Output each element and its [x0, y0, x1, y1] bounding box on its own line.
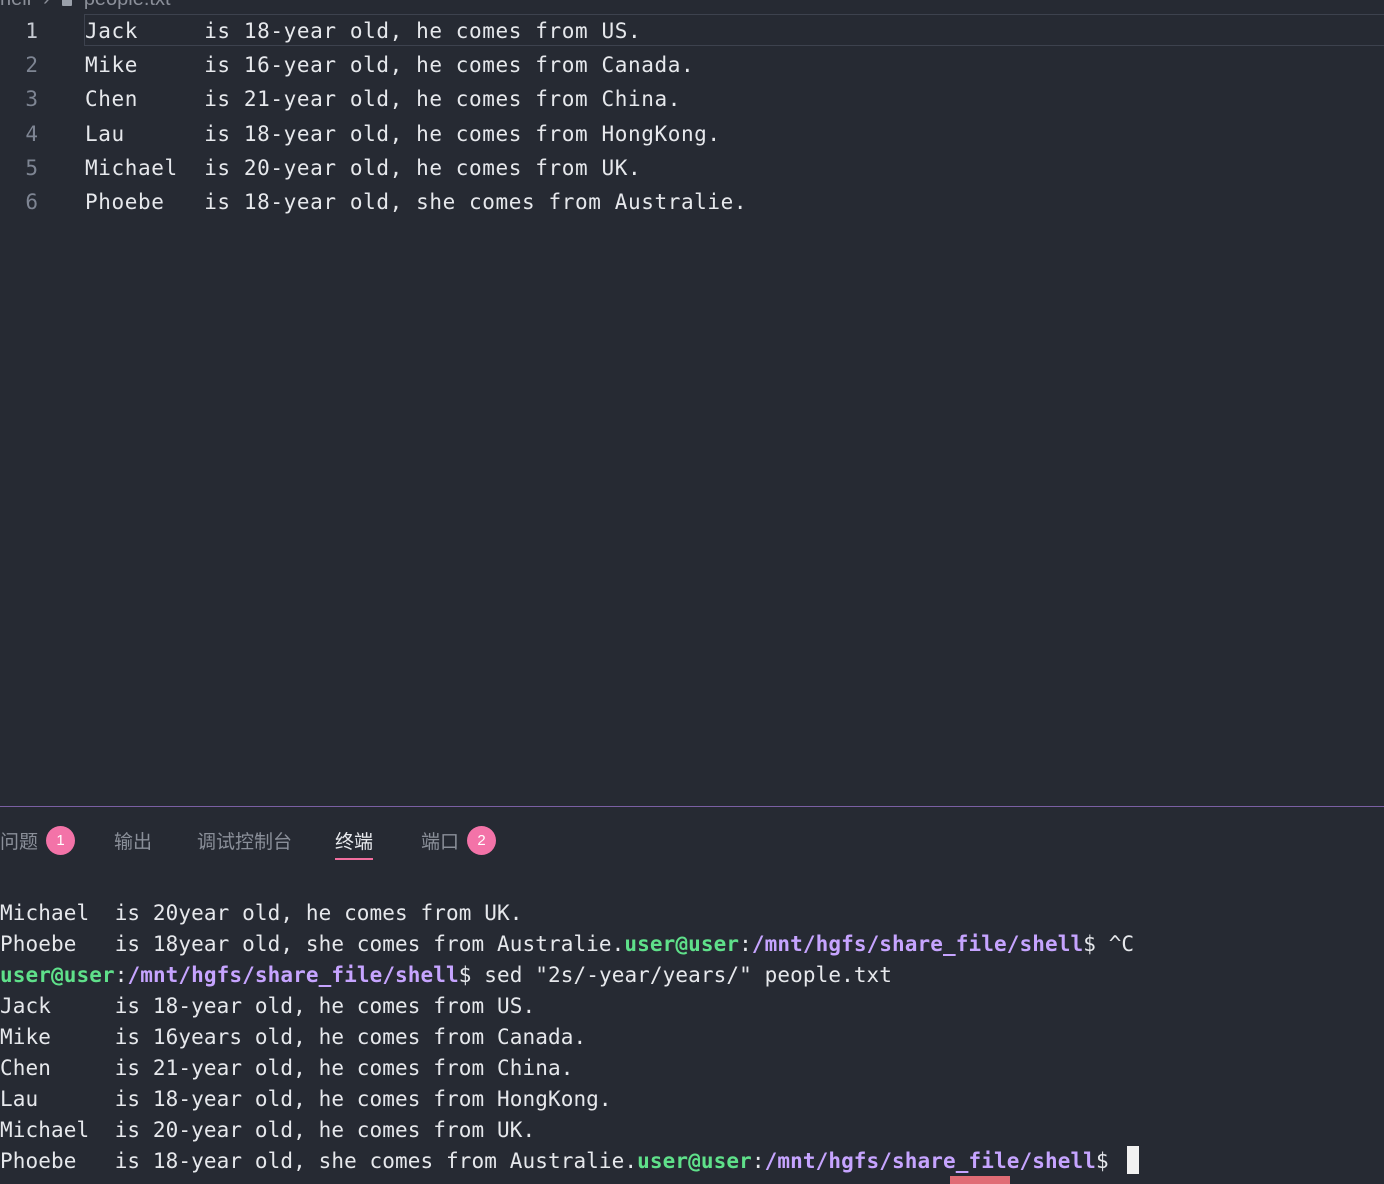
line-text[interactable]: Michael is 20-year old, he comes from UK… — [85, 151, 641, 185]
breadcrumb-file[interactable]: people.txt — [84, 0, 171, 11]
prompt-path: /mnt/hgfs/share_file/shell — [751, 932, 1084, 956]
tab-label: 端口 — [421, 830, 460, 853]
prompt-user: user@user — [624, 932, 740, 956]
line-number: 3 — [25, 87, 38, 111]
terminal-line: Mike is 16years old, he comes from Canad… — [0, 1025, 587, 1049]
prompt-path: /mnt/hgfs/share_file/shell — [764, 1149, 1096, 1173]
problems-count-badge: 1 — [46, 825, 76, 855]
terminal-line: Phoebe is 18year old, she comes from Aus… — [0, 932, 1135, 956]
terminal[interactable]: Michael is 20year old, he comes from UK.… — [0, 898, 1384, 1177]
line-number: 5 — [25, 156, 38, 180]
line-text[interactable]: Mike is 16-year old, he comes from Canad… — [85, 48, 694, 82]
editor-line[interactable]: 6 Phoebe is 18-year old, she comes from … — [0, 185, 1384, 219]
line-number: 6 — [25, 190, 38, 214]
prompt-user: user@user — [637, 1149, 752, 1173]
prompt-path: /mnt/hgfs/share_file/shell — [127, 963, 459, 987]
editor-line[interactable]: 5 Michael is 20-year old, he comes from … — [0, 151, 1384, 185]
file-icon — [61, 0, 72, 6]
terminal-cursor — [1127, 1146, 1140, 1174]
terminal-input-line[interactable]: Phoebe is 18-year old, she comes from Au… — [0, 1146, 1384, 1177]
line-number: 2 — [25, 53, 38, 77]
line-number: 1 — [25, 19, 38, 43]
editor-line[interactable]: 1 Jack is 18-year old, he comes from US. — [0, 14, 1384, 48]
terminal-line: user@user:/mnt/hgfs/share_file/shell$ se… — [0, 963, 893, 987]
status-indicator — [950, 1176, 1010, 1184]
chevron-right-icon: › — [43, 0, 50, 11]
panel-tabs: 问题 1 输出 调试控制台 终端 端口 2 — [0, 820, 1384, 860]
terminal-line: Michael is 20-year old, he comes from UK… — [0, 1118, 536, 1142]
editor-line[interactable]: 3 Chen is 21-year old, he comes from Chi… — [0, 82, 1384, 116]
breadcrumb-folder[interactable]: hell — [0, 0, 31, 11]
terminal-line: Lau is 18-year old, he comes from HongKo… — [0, 1087, 612, 1111]
tab-debug-console[interactable]: 调试控制台 — [197, 820, 292, 860]
line-text[interactable]: Lau is 18-year old, he comes from HongKo… — [85, 117, 721, 151]
tab-label: 调试控制台 — [197, 830, 293, 853]
prompt-user: user@user — [0, 963, 115, 987]
tab-label: 输出 — [114, 830, 153, 853]
terminal-line: Jack is 18-year old, he comes from US. — [0, 994, 536, 1018]
tab-terminal[interactable]: 终端 — [335, 820, 374, 860]
tab-problems[interactable]: 问题 1 — [0, 820, 76, 860]
terminal-line: Michael is 20year old, he comes from UK. — [0, 901, 523, 925]
editor[interactable]: 1 Jack is 18-year old, he comes from US.… — [0, 14, 1384, 806]
tab-label: 终端 — [335, 830, 374, 853]
line-text[interactable]: Chen is 21-year old, he comes from China… — [85, 82, 681, 116]
tab-label: 问题 — [0, 830, 39, 853]
terminal-line: Chen is 21-year old, he comes from China… — [0, 1056, 574, 1080]
line-text[interactable]: Phoebe is 18-year old, she comes from Au… — [85, 185, 747, 219]
editor-line[interactable]: 2 Mike is 16-year old, he comes from Can… — [0, 48, 1384, 82]
command: $ sed "2s/-year/years/" people.txt — [458, 963, 893, 987]
tab-output[interactable]: 输出 — [114, 820, 152, 860]
editor-line[interactable]: 4 Lau is 18-year old, he comes from Hong… — [0, 117, 1384, 151]
panel-divider[interactable] — [0, 806, 1384, 807]
tab-ports[interactable]: 端口 2 — [421, 820, 497, 860]
breadcrumb: hell › people.txt — [0, 0, 171, 10]
ports-count-badge: 2 — [467, 825, 497, 855]
line-number: 4 — [25, 122, 38, 146]
line-text[interactable]: Jack is 18-year old, he comes from US. — [85, 14, 641, 48]
